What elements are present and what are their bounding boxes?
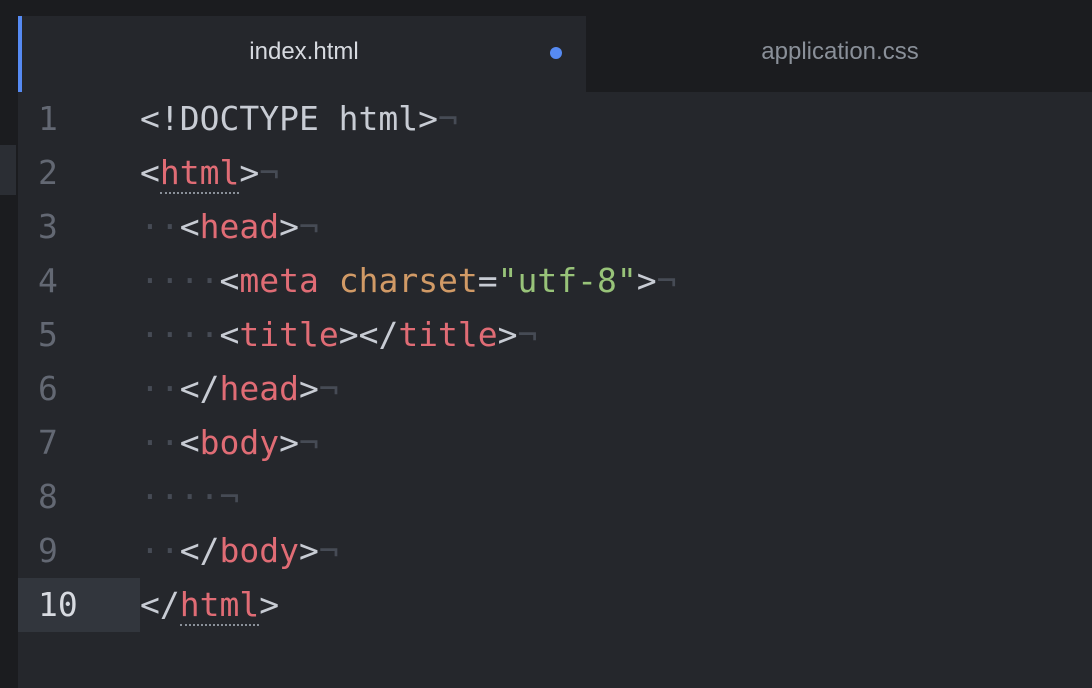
tab-label: index.html — [249, 38, 359, 65]
token-tag: body — [219, 531, 299, 570]
code-line[interactable]: 9 ··</body>¬ — [18, 524, 1092, 578]
line-number[interactable]: 2 — [18, 146, 140, 200]
token-punct: > — [298, 369, 319, 408]
token-punct: <!DOCTYPE html> — [140, 99, 439, 138]
indent-guide: ·· — [140, 207, 180, 246]
eol-marker: ¬ — [219, 477, 240, 516]
line-number[interactable]: 9 — [18, 524, 140, 578]
code-line[interactable]: 10 </html> — [18, 578, 1092, 632]
line-code: <html>¬ — [140, 146, 279, 200]
token-punct: < — [179, 207, 200, 246]
line-code: ····¬ — [140, 470, 239, 524]
tab-application-css[interactable]: application.css — [590, 16, 1090, 92]
token-punct — [319, 261, 339, 300]
indent-guide: ···· — [140, 261, 220, 300]
code-line[interactable]: 5 ····<title></title>¬ — [18, 308, 1092, 362]
code-line[interactable]: 3 ··<head>¬ — [18, 200, 1092, 254]
line-code: ··<body>¬ — [140, 416, 319, 470]
tree-view-edge — [0, 0, 18, 688]
code-line[interactable]: 6 ··</head>¬ — [18, 362, 1092, 416]
token-punct: = — [477, 261, 498, 300]
indent-guide: ···· — [140, 315, 220, 354]
line-number[interactable]: 7 — [18, 416, 140, 470]
eol-marker: ¬ — [318, 369, 339, 408]
token-tag: title — [398, 315, 498, 354]
token-punct: > — [279, 207, 299, 246]
eol-marker: ¬ — [298, 423, 319, 462]
token-tag: head — [199, 207, 280, 246]
line-number[interactable]: 10 — [18, 578, 140, 632]
line-code: ··</body>¬ — [140, 524, 339, 578]
indent-guide: ···· — [140, 477, 220, 516]
eol-marker: ¬ — [298, 207, 319, 246]
token-str: "utf-8" — [497, 261, 637, 300]
indent-guide: ·· — [140, 423, 180, 462]
line-number[interactable]: 6 — [18, 362, 140, 416]
line-code: ··<head>¬ — [140, 200, 319, 254]
token-tag: head — [219, 369, 299, 408]
token-punct: < — [140, 153, 160, 192]
line-number[interactable]: 4 — [18, 254, 140, 308]
eol-marker: ¬ — [656, 261, 677, 300]
code-editor[interactable]: 1 <!DOCTYPE html>¬ 2 <html>¬ 3 ··<head>¬ 4 ····… — [18, 92, 1092, 688]
token-punct: ></ — [338, 315, 399, 354]
modified-dot-icon — [550, 47, 562, 59]
tree-view-selection-marker — [0, 145, 16, 195]
tab-index-html[interactable]: index.html — [18, 16, 586, 92]
line-code: ··</head>¬ — [140, 362, 339, 416]
token-tag: body — [199, 423, 280, 462]
token-punct: > — [259, 585, 280, 624]
tab-bar: index.html application.css — [18, 0, 1092, 92]
tab-label: application.css — [761, 38, 919, 65]
token-attr: charset — [338, 261, 478, 300]
line-number[interactable]: 8 — [18, 470, 140, 524]
token-punct: > — [636, 261, 657, 300]
eol-marker: ¬ — [517, 315, 538, 354]
line-number[interactable]: 5 — [18, 308, 140, 362]
indent-guide: ·· — [140, 369, 180, 408]
line-code: </html> — [140, 578, 279, 632]
editor-window: index.html application.css 1 <!DOCTYPE ht… — [0, 0, 1092, 688]
token-punct: > — [497, 315, 518, 354]
token-tag: title — [239, 315, 339, 354]
line-code: ····<title></title>¬ — [140, 308, 537, 362]
token-punct: </ — [179, 531, 220, 570]
eol-marker: ¬ — [438, 99, 458, 138]
code-line[interactable]: 4 ····<meta charset="utf-8">¬ — [18, 254, 1092, 308]
token-punct: </ — [140, 585, 180, 624]
eol-marker: ¬ — [259, 153, 280, 192]
token-punct: < — [219, 315, 240, 354]
token-tag: html — [179, 585, 260, 626]
token-punct: < — [179, 423, 200, 462]
line-number[interactable]: 3 — [18, 200, 140, 254]
token-punct: > — [279, 423, 299, 462]
token-tag: html — [159, 153, 240, 194]
code-line[interactable]: 7 ··<body>¬ — [18, 416, 1092, 470]
line-number[interactable]: 1 — [18, 92, 140, 146]
code-line[interactable]: 1 <!DOCTYPE html>¬ — [18, 92, 1092, 146]
indent-guide: ·· — [140, 531, 180, 570]
token-punct: < — [219, 261, 240, 300]
line-code: <!DOCTYPE html>¬ — [140, 92, 458, 146]
eol-marker: ¬ — [318, 531, 339, 570]
token-punct: </ — [179, 369, 220, 408]
token-punct: > — [239, 153, 260, 192]
code-line[interactable]: 8 ····¬ — [18, 470, 1092, 524]
token-tag: meta — [239, 261, 319, 300]
token-punct: > — [298, 531, 319, 570]
code-line[interactable]: 2 <html>¬ — [18, 146, 1092, 200]
line-code: ····<meta charset="utf-8">¬ — [140, 254, 677, 308]
